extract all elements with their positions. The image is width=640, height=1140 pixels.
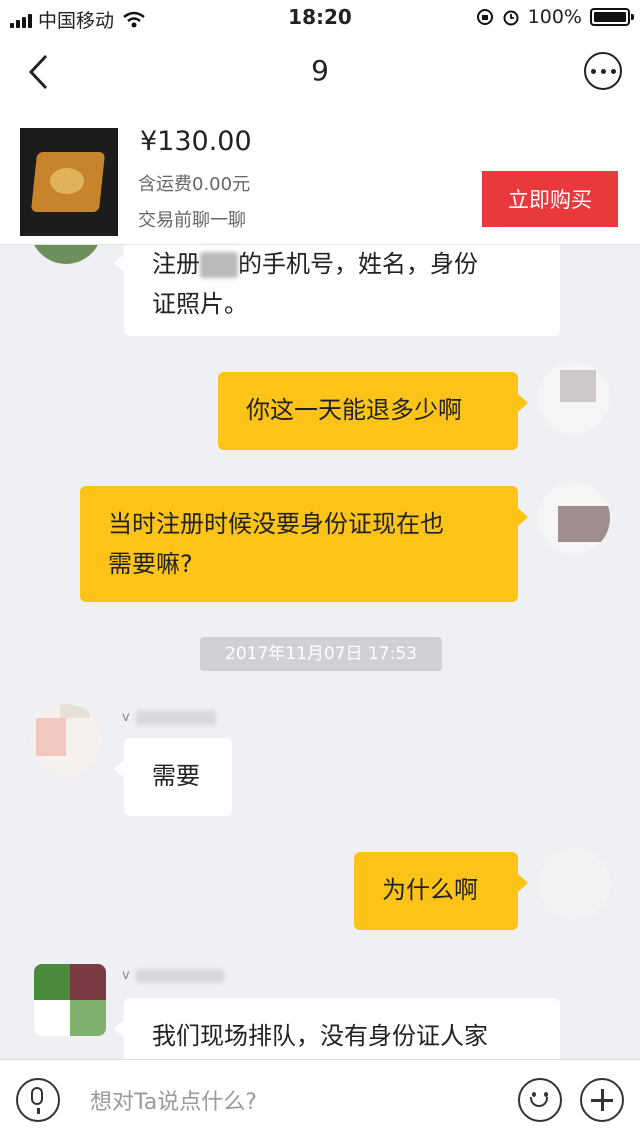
- back-button[interactable]: [18, 50, 58, 94]
- rotation-lock-icon: [476, 9, 493, 25]
- message-bubble: 当时注册时候没要身份证现在也 需要嘛?: [80, 486, 528, 602]
- battery-icon: [590, 8, 634, 26]
- status-bar-right: 100%: [476, 6, 634, 28]
- product-bar: ¥130.00 含运费0.00元 交易前聊一聊 立即购买: [0, 110, 640, 245]
- battery-percent: 100%: [527, 6, 582, 28]
- alarm-icon: [503, 10, 519, 26]
- timestamp-label: 2017年11月07日 17:53: [200, 637, 442, 671]
- message-input[interactable]: 想对Ta说点什么?: [90, 1084, 257, 1116]
- sender-name: v: [122, 710, 216, 725]
- status-bar: 中国移动 18:20 100%: [0, 0, 640, 36]
- message-bubble: 为什么啊: [354, 852, 528, 930]
- input-bar: 想对Ta说点什么?: [0, 1059, 640, 1140]
- prechat-label: 交易前聊一聊: [138, 210, 246, 231]
- avatar[interactable]: [538, 848, 610, 920]
- plus-icon[interactable]: [580, 1078, 624, 1122]
- more-dots-icon: [590, 68, 596, 74]
- nav-bar: 9: [0, 36, 640, 110]
- avatar[interactable]: [34, 964, 106, 1036]
- chat-area[interactable]: 注册 的手机号，姓名，身份 证照片。 你这一天能退多少啊 当时注册时候没要身份证现…: [0, 244, 640, 1059]
- message-bubble: 我们现场排队，没有身份证人家: [114, 998, 560, 1059]
- redacted-text: [200, 252, 238, 278]
- buy-now-button[interactable]: 立即购买: [482, 171, 618, 227]
- message-bubble: 你这一天能退多少啊: [218, 372, 528, 450]
- avatar[interactable]: [538, 362, 610, 434]
- microphone-icon[interactable]: [16, 1078, 60, 1122]
- chevron-left-icon: [28, 54, 48, 90]
- more-button[interactable]: [584, 52, 622, 90]
- message-bubble: 需要: [114, 738, 232, 816]
- shipping-fee: 含运费0.00元: [138, 174, 251, 195]
- chat-title: 9: [311, 54, 329, 87]
- message-bubble: 注册 的手机号，姓名，身份 证照片。: [114, 244, 560, 336]
- avatar[interactable]: [538, 482, 610, 554]
- smile-icon[interactable]: [518, 1078, 562, 1122]
- sender-name: v: [122, 968, 224, 983]
- product-price: ¥130.00: [140, 126, 252, 157]
- avatar[interactable]: [30, 244, 102, 264]
- product-thumbnail[interactable]: [20, 128, 118, 236]
- avatar[interactable]: [30, 704, 102, 776]
